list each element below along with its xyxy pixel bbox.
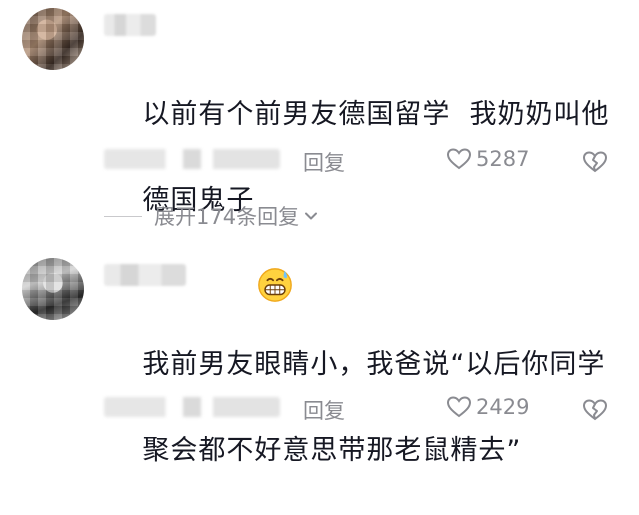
username-blurred[interactable] — [104, 14, 156, 36]
expand-replies-button[interactable]: 展开174条回复 — [104, 202, 319, 230]
comment-text-line: 聚会都不好意思带那老鼠精去” — [142, 435, 522, 466]
expand-replies-label: 展开174条回复 — [154, 205, 300, 229]
heart-outline-icon — [446, 396, 472, 418]
comment-meta-blurred — [104, 392, 280, 422]
like-count: 5287 — [476, 147, 530, 171]
comment-item: 以前有个前男友德国留学 我奶奶叫他 德国鬼子 回复 5287 展开174条回复 — [0, 0, 639, 302]
avatar[interactable] — [22, 258, 84, 320]
avatar[interactable] — [22, 8, 84, 70]
comment-text-line: 以前有个前男友德国留学 我奶奶叫他 — [142, 99, 610, 130]
divider — [104, 215, 142, 217]
reply-button[interactable]: 回复 — [303, 147, 345, 177]
like-button[interactable]: 2429 — [446, 395, 529, 419]
reply-button[interactable]: 回复 — [303, 395, 345, 425]
chevron-down-icon — [305, 212, 318, 220]
comment-meta-blurred — [104, 144, 280, 174]
like-count: 2429 — [476, 395, 530, 419]
broken-heart-icon[interactable] — [582, 149, 608, 175]
like-button[interactable]: 5287 — [446, 147, 529, 171]
comment-text-line: 我前男友眼睛小，我爸说“以后你同学 — [142, 349, 606, 380]
broken-heart-icon[interactable] — [582, 397, 608, 423]
heart-outline-icon — [446, 148, 472, 170]
username-blurred[interactable] — [104, 264, 186, 286]
